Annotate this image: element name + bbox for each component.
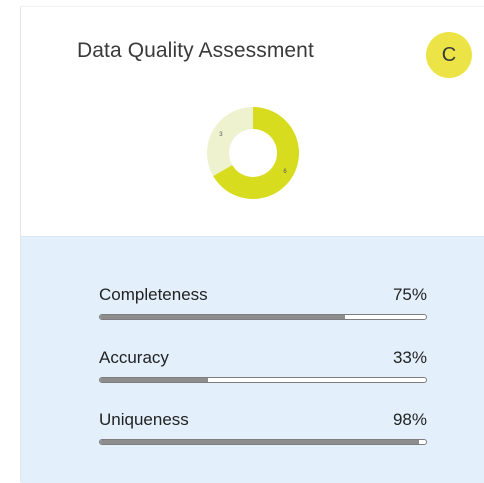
progress-track [99,314,427,320]
metric-label: Uniqueness [99,410,189,429]
metric-value: 33% [392,348,427,367]
metric-label: Accuracy [99,348,169,367]
progress-fill [100,315,345,319]
progress-track [99,377,427,383]
card-title: Data Quality Assessment [77,39,314,62]
progress-fill [100,378,208,382]
metrics-panel: Completeness 75% Accuracy 33% Uniqueness… [21,236,484,483]
progress-fill [100,440,420,444]
donut-slice [207,107,253,176]
metric-label: Completeness [99,285,208,304]
metric-value: 75% [392,285,427,304]
quality-donut-chart: 63 [207,107,299,199]
data-quality-card: Data Quality Assessment C 63 Completenes… [20,6,484,483]
progress-track [99,439,427,445]
grade-badge: C [426,32,472,78]
metric-value: 98% [392,410,427,429]
card-header: Data Quality Assessment C 63 [21,7,484,237]
